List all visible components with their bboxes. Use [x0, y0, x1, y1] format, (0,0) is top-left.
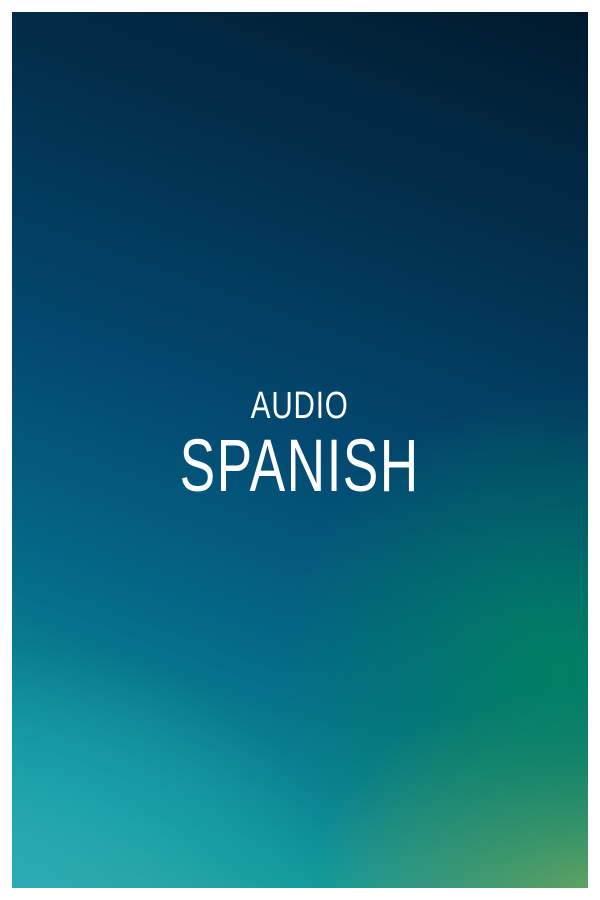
cover-titles: AUDIO SPANISH	[12, 384, 588, 506]
cover-title: SPANISH	[179, 424, 421, 507]
cover-artwork: AUDIO SPANISH	[12, 12, 588, 888]
cover-subtitle: AUDIO	[251, 385, 349, 427]
